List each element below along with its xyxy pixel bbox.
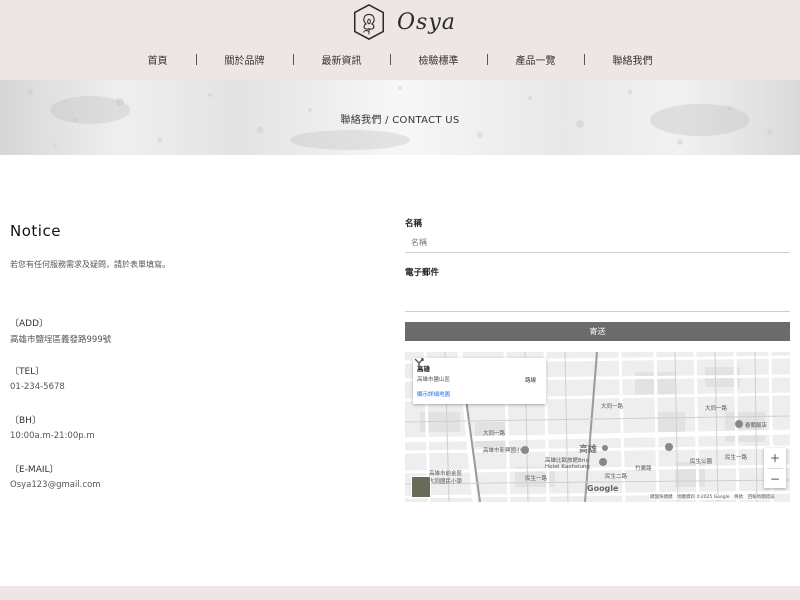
name-field-label: 名稱	[405, 219, 423, 229]
notice-description: 若您有任何服務需求及疑問，請於表單填寫。	[10, 260, 170, 269]
nav-item-about[interactable]: 關於品牌	[225, 52, 265, 67]
site-header: Osya 首頁 關於品牌 最新資訊 檢驗標準 產品一覽 聯絡我們	[0, 0, 800, 80]
notice-heading: Notice	[10, 222, 61, 240]
nav-divider	[195, 54, 197, 65]
zoom-in-button[interactable]: +	[764, 448, 786, 468]
map-place-label: 大同國民小學	[429, 479, 463, 485]
map-zoom-controls: + −	[764, 448, 786, 488]
email-field[interactable]	[405, 282, 790, 312]
directions-label[interactable]: 路線	[525, 376, 536, 384]
nav-divider	[583, 54, 585, 65]
map-street-label: 民生二路	[605, 474, 628, 480]
brand-logo[interactable]: Osya	[350, 3, 456, 41]
map-place-address: 高雄市鹽山區	[417, 377, 451, 383]
nav-item-products[interactable]: 產品一覽	[516, 52, 556, 67]
nav-item-contact[interactable]: 聯絡我們	[613, 52, 653, 67]
page-banner: 聯絡我們 / CONTACT US	[0, 80, 800, 155]
map-place-label: Hotel Kaohsiung	[545, 464, 590, 470]
map-street-label: 大同一路	[601, 404, 624, 410]
address-label: 〔ADD〕	[10, 319, 49, 329]
map-street-label: 竹廣路	[635, 466, 652, 472]
map-place-label: 高雄比歐旅館Brio	[545, 458, 589, 464]
email-label: 〔E-MAIL〕	[10, 465, 59, 475]
rose-badge-icon	[353, 4, 385, 40]
nav-divider	[292, 54, 294, 65]
address-value: 高雄市鹽埕區義發路999號	[10, 335, 112, 345]
map-street-label: 民生一路	[725, 455, 748, 461]
hours-value: 10:00a.m-21:00p.m	[10, 431, 95, 441]
map-larger-link[interactable]: 顯示詳細地圖	[417, 390, 450, 398]
footer	[0, 586, 800, 600]
map-info-card: 高雄 高雄市鹽山區 顯示詳細地圖 路線	[413, 358, 546, 404]
phone-value[interactable]: 01-234-5678	[10, 382, 65, 392]
nav-item-home[interactable]: 首頁	[148, 52, 168, 67]
nav-item-news[interactable]: 最新資訊	[322, 52, 362, 67]
map-street-label: 民生一路	[525, 476, 548, 482]
name-field[interactable]	[405, 233, 790, 253]
map-street-label: 大同一路	[483, 431, 506, 437]
main-nav: 首頁 關於品牌 最新資訊 檢驗標準 產品一覽 聯絡我們	[0, 52, 800, 67]
submit-button[interactable]: 寄送	[405, 322, 790, 341]
email-value[interactable]: Osya123@gmail.com	[10, 480, 101, 490]
hours-label: 〔BH〕	[10, 416, 41, 426]
google-logo: Google	[587, 484, 619, 493]
email-field-label: 電子郵件	[405, 268, 440, 278]
map-attribution[interactable]: 鍵盤快捷鍵 地圖資料 ©2025 Google 條款 回報地圖錯誤	[650, 494, 775, 500]
nav-item-standards[interactable]: 檢驗標準	[419, 52, 459, 67]
map-place-label: 春蘭飯店	[745, 423, 768, 429]
map-place-label: 高雄市前金區	[429, 471, 463, 477]
nav-divider	[486, 54, 488, 65]
map-place-label: 高雄市新興國小	[483, 448, 522, 454]
phone-label: 〔TEL〕	[10, 367, 45, 377]
map-street-label: 大同一路	[705, 406, 728, 412]
directions-icon[interactable]	[413, 358, 425, 370]
embedded-map[interactable]: 大同一路 大同一路 大同一路 民生一路 民生二路 民生一路 高雄市新興國小 高雄…	[405, 352, 790, 502]
zoom-out-button[interactable]: −	[764, 469, 786, 489]
satellite-toggle[interactable]	[411, 476, 431, 498]
page-title: 聯絡我們 / CONTACT US	[340, 115, 460, 126]
nav-divider	[389, 54, 391, 65]
brand-name: Osya	[397, 9, 456, 35]
map-city-label: 高雄	[579, 445, 598, 455]
map-place-label: 民生公園	[690, 459, 713, 465]
